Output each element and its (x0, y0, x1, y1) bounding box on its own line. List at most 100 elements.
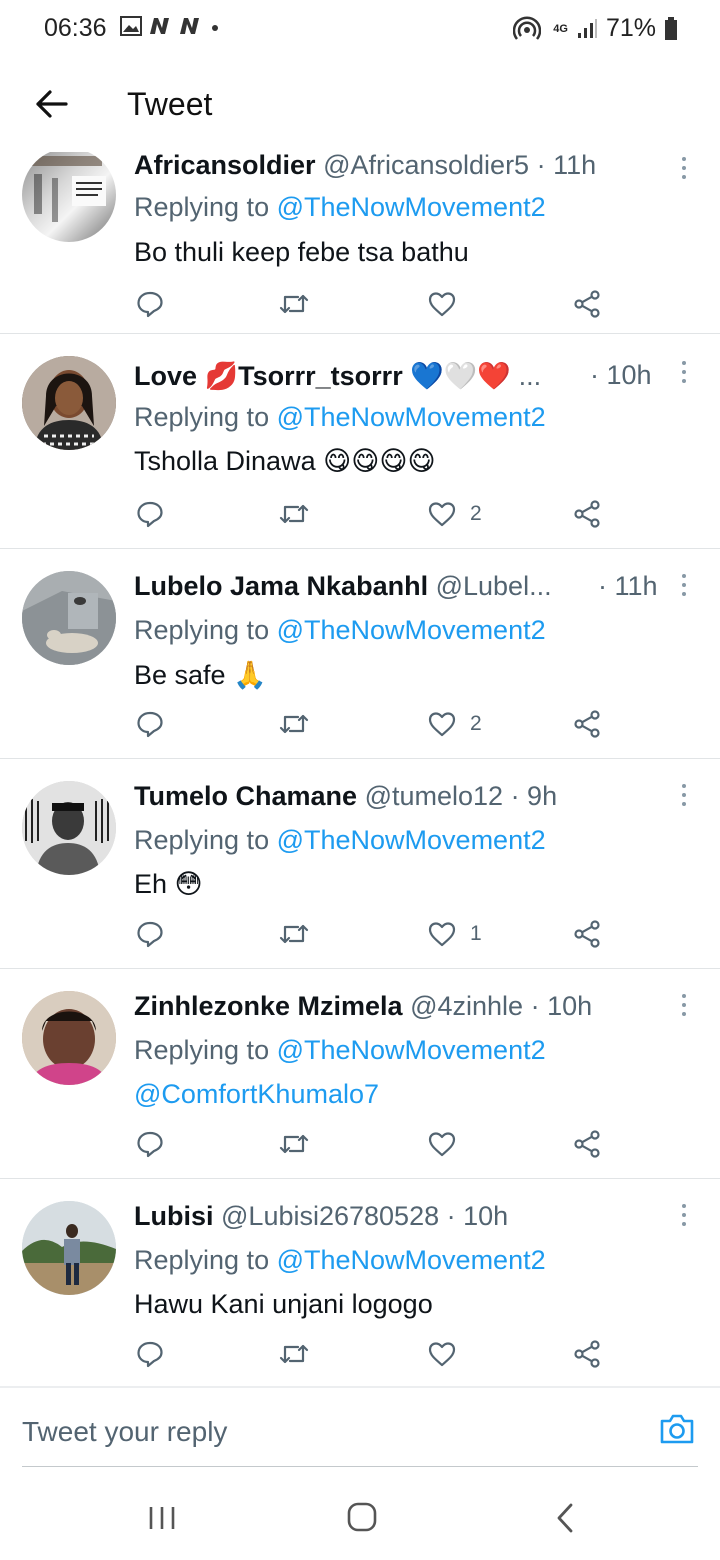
retweet-button[interactable] (278, 284, 310, 324)
reply-button[interactable] (136, 1334, 164, 1374)
avatar[interactable] (22, 1201, 116, 1295)
reply-item[interactable]: Love 💋Tsorrr_tsorrr 💙🤍❤️ ... · 10h Reply… (0, 334, 720, 549)
more-options-icon[interactable] (676, 358, 692, 386)
display-name[interactable]: Tumelo Chamane (134, 781, 357, 811)
display-name[interactable]: Love 💋Tsorrr_tsorrr 💙🤍❤️ (134, 361, 511, 391)
reply-icon (137, 501, 163, 528)
reply-button[interactable] (136, 494, 164, 534)
dot-icon (212, 25, 218, 31)
reply-item[interactable]: Lubelo Jama Nkabanhl @Lubel... · 11h Rep… (0, 549, 720, 759)
reply-button[interactable] (136, 1124, 164, 1164)
share-button[interactable] (572, 494, 602, 534)
reply-button[interactable] (136, 284, 164, 324)
avatar-image-icon (32, 156, 106, 222)
reply-button[interactable] (136, 914, 164, 954)
tweet-text: Be safe 🙏 (134, 660, 267, 690)
arrow-left-icon[interactable] (32, 84, 72, 124)
display-name[interactable]: Lubisi (134, 1201, 214, 1231)
page-title: Tweet (127, 86, 213, 122)
more-options-icon[interactable] (676, 571, 692, 599)
reply-item[interactable]: Tumelo Chamane @tumelo12 · 9h Replying t… (0, 759, 720, 969)
home-icon[interactable] (342, 1502, 382, 1534)
tweet-text[interactable]: @ComfortKhumalo7 (134, 1079, 379, 1110)
replying-prefix: Replying to (134, 192, 277, 222)
name-line: Africansoldier @Africansoldier5 · 11h (134, 152, 664, 181)
replies-feed[interactable]: Africansoldier @Africansoldier5 · 11h Re… (0, 152, 720, 1386)
share-icon (574, 500, 600, 528)
replying-to: Replying to @TheNowMovement2 (134, 615, 546, 646)
share-button[interactable] (572, 284, 602, 324)
avatar-image-icon (22, 991, 116, 1085)
reply-input[interactable] (22, 1416, 582, 1448)
avatar[interactable] (22, 991, 116, 1085)
replying-to: Replying to @TheNowMovement2 (134, 192, 546, 223)
reply-item[interactable]: Lubisi @Lubisi26780528 · 10h Replying to… (0, 1179, 720, 1386)
share-button[interactable] (572, 704, 602, 744)
retweet-button[interactable] (278, 1124, 310, 1164)
like-button[interactable]: 2 (428, 704, 482, 744)
avatar-image-icon (22, 356, 116, 450)
retweet-button[interactable] (278, 1334, 310, 1374)
n-icon (150, 18, 169, 34)
like-button[interactable]: 1 (428, 914, 482, 954)
display-name[interactable]: Zinhlezonke Mzimela (134, 991, 403, 1021)
tweet-text: Hawu Kani unjani logogo (134, 1289, 433, 1319)
avatar-image-icon (22, 781, 116, 875)
more-options-icon[interactable] (676, 991, 692, 1019)
avatar[interactable] (22, 571, 116, 665)
tweet-actions: 2 (0, 494, 720, 534)
retweet-icon (279, 1134, 309, 1154)
more-options-icon[interactable] (676, 1201, 692, 1229)
name-line: Lubisi @Lubisi26780528 · 10h (134, 1201, 664, 1232)
replying-prefix: Replying to (134, 402, 277, 432)
battery-icon (665, 16, 677, 40)
more-options-icon[interactable] (676, 154, 692, 182)
retweet-button[interactable] (278, 704, 310, 744)
like-button[interactable] (428, 1124, 470, 1164)
tweet-time: · 10h (530, 991, 593, 1021)
share-button[interactable] (572, 1334, 602, 1374)
reply-item[interactable]: Africansoldier @Africansoldier5 · 11h Re… (0, 152, 720, 334)
replying-to-mention[interactable]: @TheNowMovement2 (277, 825, 546, 855)
retweet-button[interactable] (278, 494, 310, 534)
like-button[interactable] (428, 1334, 470, 1374)
camera-icon[interactable] (658, 1410, 696, 1448)
avatar[interactable] (22, 152, 116, 242)
like-button[interactable] (428, 284, 470, 324)
share-button[interactable] (572, 1124, 602, 1164)
status-bar: 06:36 4G 71% (0, 0, 720, 60)
display-name[interactable]: Africansoldier (134, 152, 316, 180)
tweet-text: Bo thuli keep febe tsa bathu (134, 237, 469, 267)
like-button[interactable]: 2 (428, 494, 482, 534)
avatar[interactable] (22, 781, 116, 875)
reply-item[interactable]: Zinhlezonke Mzimela @4zinhle · 10h Reply… (0, 969, 720, 1179)
status-time: 06:36 (44, 14, 107, 42)
retweet-button[interactable] (278, 914, 310, 954)
replying-prefix: Replying to (134, 825, 277, 855)
like-count: 2 (470, 712, 482, 735)
retweet-icon (279, 294, 309, 314)
replying-to-mention[interactable]: @TheNowMovement2 (277, 615, 546, 645)
tweet-text: Eh 😳 (134, 869, 203, 899)
battery-percent: 71% (605, 14, 656, 42)
reply-icon (137, 1341, 163, 1368)
share-icon (574, 710, 600, 738)
avatar[interactable] (22, 356, 116, 450)
user-handle: @Lubel... (435, 571, 552, 601)
replying-to-mention[interactable]: @TheNowMovement2 (277, 1245, 546, 1275)
reply-button[interactable] (136, 704, 164, 744)
share-icon (574, 1130, 600, 1158)
share-button[interactable] (572, 914, 602, 954)
display-name[interactable]: Lubelo Jama Nkabanhl (134, 571, 428, 601)
tweet-actions (0, 284, 720, 324)
more-options-icon[interactable] (676, 781, 692, 809)
user-handle: @Africansoldier5 (323, 152, 530, 180)
replying-to-mention[interactable]: @TheNowMovement2 (277, 402, 546, 432)
avatar-image-icon (22, 571, 116, 665)
header: Tweet (0, 60, 720, 152)
back-icon[interactable] (546, 1502, 586, 1534)
replying-to-mention[interactable]: @TheNowMovement2 (277, 1035, 546, 1065)
recent-apps-icon[interactable] (142, 1502, 182, 1534)
replying-to-mention[interactable]: @TheNowMovement2 (277, 192, 546, 222)
reply-icon (137, 291, 163, 318)
